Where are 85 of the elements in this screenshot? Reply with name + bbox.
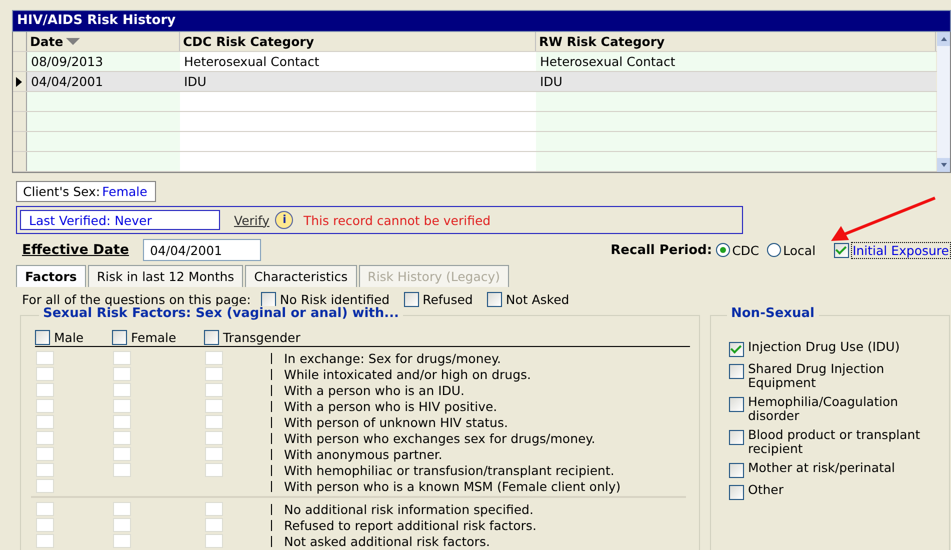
group-title: Sexual Risk Factors: Sex (vaginal or anal) with... — [39, 306, 403, 321]
risk-factor-label: No additional risk information specified. — [284, 502, 534, 516]
risk-checkbox[interactable] — [36, 399, 54, 413]
risk-checkbox[interactable] — [36, 534, 54, 548]
recall-radio[interactable]: CDC — [716, 242, 760, 258]
gender-checkbox[interactable]: Female — [112, 328, 204, 346]
non-sexual-checkbox[interactable]: Hemophilia/Coagulation disorder — [729, 395, 949, 423]
risk-checkbox[interactable] — [113, 367, 131, 381]
table-cell: Heterosexual Contact — [180, 52, 536, 71]
info-icon: i — [275, 211, 294, 229]
table-cell: Heterosexual Contact — [536, 52, 936, 71]
risk-checkbox[interactable] — [113, 502, 131, 516]
recall-period-label: Recall Period: — [610, 242, 712, 258]
risk-checkbox[interactable] — [205, 431, 223, 445]
risk-checkbox[interactable] — [205, 383, 223, 397]
client-sex-label: Client's Sex: — [23, 184, 100, 199]
page-option-checkbox[interactable]: Not Asked — [486, 292, 570, 307]
risk-checkbox[interactable] — [36, 415, 54, 429]
page-option-checkbox[interactable]: Refused — [404, 292, 473, 307]
recall-radio[interactable]: Local — [767, 242, 816, 258]
non-sexual-checkbox[interactable]: Other — [729, 483, 949, 500]
table-cell: 04/04/2001 — [27, 72, 180, 91]
risk-checkbox[interactable] — [36, 463, 54, 477]
risk-checkbox[interactable] — [36, 447, 54, 461]
risk-checkbox[interactable] — [113, 518, 131, 532]
tab[interactable]: Factors — [16, 265, 86, 287]
scroll-up-button[interactable] — [937, 32, 950, 46]
risk-checkbox[interactable] — [205, 534, 223, 548]
scrollbar[interactable] — [937, 32, 950, 172]
risk-checkbox[interactable] — [205, 502, 223, 516]
risk-checkbox[interactable] — [36, 383, 54, 397]
risk-checkbox[interactable] — [205, 399, 223, 413]
risk-checkbox[interactable] — [113, 431, 131, 445]
risk-checkbox[interactable] — [113, 383, 131, 397]
non-sexual-checkbox[interactable]: Blood product or transplant recipient — [729, 428, 949, 456]
risk-checkbox[interactable] — [205, 351, 223, 365]
risk-checkbox[interactable] — [113, 534, 131, 548]
risk-factor-label: With hemophiliac or transfusion/transplant recipient. — [284, 462, 614, 478]
client-sex-value: Female — [102, 184, 148, 199]
verify-link[interactable]: Verify — [234, 212, 270, 228]
sort-icon — [66, 38, 80, 45]
risk-factor-label: With person who exchanges sex for drugs/money. — [284, 430, 596, 446]
risk-factor-label: In exchange: Sex for drugs/money. — [284, 350, 502, 366]
risk-checkbox[interactable] — [205, 463, 223, 477]
risk-checkbox[interactable] — [36, 502, 54, 516]
page-option-checkbox[interactable]: No Risk identified — [260, 292, 390, 307]
risk-checkbox[interactable] — [36, 479, 54, 493]
page-options-label: For all of the questions on this page: — [22, 292, 251, 307]
effective-date-field[interactable]: 04/04/2001 — [142, 239, 261, 261]
gender-checkbox[interactable]: Transgender — [204, 328, 300, 346]
tab[interactable]: Risk in last 12 Months — [88, 265, 244, 287]
risk-checkbox[interactable] — [36, 351, 54, 365]
risk-checkbox[interactable] — [113, 351, 131, 365]
risk-checkbox[interactable] — [36, 431, 54, 445]
scroll-down-button[interactable] — [937, 158, 950, 172]
risk-factor-label: With person who is a known MSM (Female client only) — [284, 478, 621, 494]
risk-checkbox[interactable] — [113, 463, 131, 477]
risk-factor-label: With a person who is HIV positive. — [284, 398, 498, 414]
non-sexual-checkbox[interactable]: Mother at risk/perinatal — [729, 461, 949, 478]
gender-checkbox[interactable]: Male — [35, 328, 112, 346]
table-cell: IDU — [180, 72, 536, 91]
risk-checkbox[interactable] — [205, 518, 223, 532]
risk-factor-label: While intoxicated and/or high on drugs. — [284, 366, 532, 382]
risk-checkbox[interactable] — [205, 367, 223, 381]
risk-checkbox[interactable] — [205, 415, 223, 429]
non-sexual-checkbox[interactable]: Shared Drug Injection Equipment — [729, 362, 949, 390]
risk-factor-label: With anonymous partner. — [284, 446, 442, 462]
risk-checkbox[interactable] — [36, 367, 54, 381]
risk-factor-label: With a person who is an IDU. — [284, 382, 465, 398]
effective-date-label: Effective Date — [22, 242, 129, 258]
risk-checkbox[interactable] — [36, 518, 54, 532]
risk-checkbox[interactable] — [113, 415, 131, 429]
risk-factor-label: With person of unknown HIV status. — [284, 414, 508, 430]
non-sexual-checkbox[interactable]: Injection Drug Use (IDU) — [729, 340, 949, 357]
risk-checkbox[interactable] — [205, 447, 223, 461]
risk-factor-label: Not asked additional risk factors. — [284, 534, 490, 548]
risk-factor-label: Refused to report additional risk factors. — [284, 518, 536, 532]
table-cell: 08/09/2013 — [27, 52, 180, 71]
risk-checkbox[interactable] — [113, 447, 131, 461]
tab[interactable]: Characteristics — [245, 265, 357, 287]
table-cell: IDU — [536, 72, 936, 91]
risk-checkbox[interactable] — [113, 399, 131, 413]
verify-message: This record cannot be verified — [303, 212, 491, 228]
last-verified-field: Last Verified: Never — [20, 210, 220, 230]
window-title: HIV/AIDS Risk History — [12, 10, 951, 32]
